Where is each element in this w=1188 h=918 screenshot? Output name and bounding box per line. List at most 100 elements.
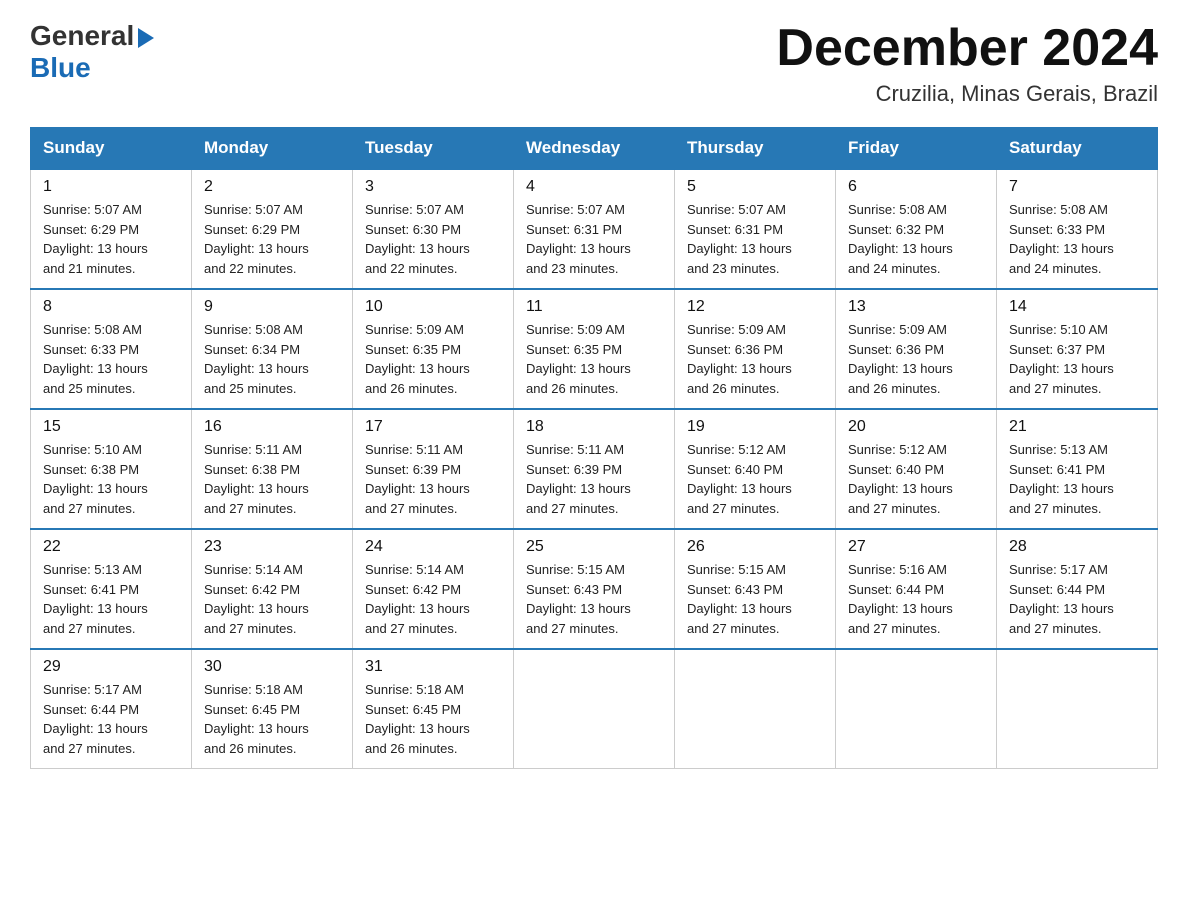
calendar-cell: 23 Sunrise: 5:14 AM Sunset: 6:42 PM Dayl… — [192, 529, 353, 649]
calendar-cell: 28 Sunrise: 5:17 AM Sunset: 6:44 PM Dayl… — [997, 529, 1158, 649]
calendar-cell: 18 Sunrise: 5:11 AM Sunset: 6:39 PM Dayl… — [514, 409, 675, 529]
day-info: Sunrise: 5:08 AM Sunset: 6:33 PM Dayligh… — [1009, 200, 1145, 278]
weekday-header-sunday: Sunday — [31, 128, 192, 170]
calendar-cell — [514, 649, 675, 769]
day-number: 22 — [43, 538, 179, 556]
calendar-cell: 14 Sunrise: 5:10 AM Sunset: 6:37 PM Dayl… — [997, 289, 1158, 409]
calendar-cell: 5 Sunrise: 5:07 AM Sunset: 6:31 PM Dayli… — [675, 169, 836, 289]
calendar-cell: 30 Sunrise: 5:18 AM Sunset: 6:45 PM Dayl… — [192, 649, 353, 769]
day-number: 3 — [365, 178, 501, 196]
weekday-header-thursday: Thursday — [675, 128, 836, 170]
day-info: Sunrise: 5:07 AM Sunset: 6:31 PM Dayligh… — [687, 200, 823, 278]
calendar-cell: 22 Sunrise: 5:13 AM Sunset: 6:41 PM Dayl… — [31, 529, 192, 649]
calendar-cell: 4 Sunrise: 5:07 AM Sunset: 6:31 PM Dayli… — [514, 169, 675, 289]
day-info: Sunrise: 5:08 AM Sunset: 6:33 PM Dayligh… — [43, 320, 179, 398]
day-info: Sunrise: 5:17 AM Sunset: 6:44 PM Dayligh… — [43, 680, 179, 758]
day-number: 10 — [365, 298, 501, 316]
day-info: Sunrise: 5:07 AM Sunset: 6:31 PM Dayligh… — [526, 200, 662, 278]
calendar-cell: 2 Sunrise: 5:07 AM Sunset: 6:29 PM Dayli… — [192, 169, 353, 289]
calendar-cell: 29 Sunrise: 5:17 AM Sunset: 6:44 PM Dayl… — [31, 649, 192, 769]
day-number: 15 — [43, 418, 179, 436]
page-header: General Blue December 2024 Cruzilia, Min… — [30, 20, 1158, 107]
calendar-cell: 12 Sunrise: 5:09 AM Sunset: 6:36 PM Dayl… — [675, 289, 836, 409]
weekday-header-tuesday: Tuesday — [353, 128, 514, 170]
day-info: Sunrise: 5:07 AM Sunset: 6:29 PM Dayligh… — [43, 200, 179, 278]
day-number: 1 — [43, 178, 179, 196]
day-info: Sunrise: 5:09 AM Sunset: 6:36 PM Dayligh… — [687, 320, 823, 398]
weekday-header-wednesday: Wednesday — [514, 128, 675, 170]
calendar-cell: 16 Sunrise: 5:11 AM Sunset: 6:38 PM Dayl… — [192, 409, 353, 529]
day-number: 23 — [204, 538, 340, 556]
day-info: Sunrise: 5:10 AM Sunset: 6:38 PM Dayligh… — [43, 440, 179, 518]
calendar-cell: 27 Sunrise: 5:16 AM Sunset: 6:44 PM Dayl… — [836, 529, 997, 649]
day-info: Sunrise: 5:12 AM Sunset: 6:40 PM Dayligh… — [848, 440, 984, 518]
calendar-cell: 31 Sunrise: 5:18 AM Sunset: 6:45 PM Dayl… — [353, 649, 514, 769]
month-title: December 2024 — [776, 20, 1158, 77]
week-row-1: 1 Sunrise: 5:07 AM Sunset: 6:29 PM Dayli… — [31, 169, 1158, 289]
day-info: Sunrise: 5:15 AM Sunset: 6:43 PM Dayligh… — [687, 560, 823, 638]
title-block: December 2024 Cruzilia, Minas Gerais, Br… — [776, 20, 1158, 107]
day-info: Sunrise: 5:17 AM Sunset: 6:44 PM Dayligh… — [1009, 560, 1145, 638]
calendar-cell: 19 Sunrise: 5:12 AM Sunset: 6:40 PM Dayl… — [675, 409, 836, 529]
calendar-cell: 1 Sunrise: 5:07 AM Sunset: 6:29 PM Dayli… — [31, 169, 192, 289]
week-row-2: 8 Sunrise: 5:08 AM Sunset: 6:33 PM Dayli… — [31, 289, 1158, 409]
day-number: 27 — [848, 538, 984, 556]
calendar-cell: 25 Sunrise: 5:15 AM Sunset: 6:43 PM Dayl… — [514, 529, 675, 649]
day-number: 19 — [687, 418, 823, 436]
logo-blue: Blue — [30, 52, 91, 83]
day-number: 25 — [526, 538, 662, 556]
day-number: 18 — [526, 418, 662, 436]
logo: General Blue — [30, 20, 154, 84]
weekday-header-monday: Monday — [192, 128, 353, 170]
day-info: Sunrise: 5:08 AM Sunset: 6:32 PM Dayligh… — [848, 200, 984, 278]
calendar-cell — [997, 649, 1158, 769]
day-number: 21 — [1009, 418, 1145, 436]
day-number: 24 — [365, 538, 501, 556]
day-info: Sunrise: 5:11 AM Sunset: 6:39 PM Dayligh… — [526, 440, 662, 518]
calendar-cell: 10 Sunrise: 5:09 AM Sunset: 6:35 PM Dayl… — [353, 289, 514, 409]
calendar-cell: 17 Sunrise: 5:11 AM Sunset: 6:39 PM Dayl… — [353, 409, 514, 529]
day-info: Sunrise: 5:09 AM Sunset: 6:35 PM Dayligh… — [365, 320, 501, 398]
day-info: Sunrise: 5:09 AM Sunset: 6:35 PM Dayligh… — [526, 320, 662, 398]
day-number: 28 — [1009, 538, 1145, 556]
calendar-cell: 11 Sunrise: 5:09 AM Sunset: 6:35 PM Dayl… — [514, 289, 675, 409]
day-info: Sunrise: 5:13 AM Sunset: 6:41 PM Dayligh… — [1009, 440, 1145, 518]
day-info: Sunrise: 5:14 AM Sunset: 6:42 PM Dayligh… — [365, 560, 501, 638]
logo-arrow-icon — [138, 28, 154, 48]
calendar-cell: 6 Sunrise: 5:08 AM Sunset: 6:32 PM Dayli… — [836, 169, 997, 289]
day-number: 14 — [1009, 298, 1145, 316]
day-info: Sunrise: 5:07 AM Sunset: 6:29 PM Dayligh… — [204, 200, 340, 278]
calendar-cell: 9 Sunrise: 5:08 AM Sunset: 6:34 PM Dayli… — [192, 289, 353, 409]
calendar-cell: 21 Sunrise: 5:13 AM Sunset: 6:41 PM Dayl… — [997, 409, 1158, 529]
calendar-cell: 20 Sunrise: 5:12 AM Sunset: 6:40 PM Dayl… — [836, 409, 997, 529]
day-info: Sunrise: 5:08 AM Sunset: 6:34 PM Dayligh… — [204, 320, 340, 398]
day-info: Sunrise: 5:07 AM Sunset: 6:30 PM Dayligh… — [365, 200, 501, 278]
calendar-cell: 3 Sunrise: 5:07 AM Sunset: 6:30 PM Dayli… — [353, 169, 514, 289]
calendar-cell: 13 Sunrise: 5:09 AM Sunset: 6:36 PM Dayl… — [836, 289, 997, 409]
day-number: 7 — [1009, 178, 1145, 196]
day-number: 26 — [687, 538, 823, 556]
day-number: 30 — [204, 658, 340, 676]
calendar-table: SundayMondayTuesdayWednesdayThursdayFrid… — [30, 127, 1158, 769]
weekday-header-friday: Friday — [836, 128, 997, 170]
day-number: 29 — [43, 658, 179, 676]
week-row-4: 22 Sunrise: 5:13 AM Sunset: 6:41 PM Dayl… — [31, 529, 1158, 649]
day-info: Sunrise: 5:11 AM Sunset: 6:38 PM Dayligh… — [204, 440, 340, 518]
day-info: Sunrise: 5:15 AM Sunset: 6:43 PM Dayligh… — [526, 560, 662, 638]
calendar-cell: 26 Sunrise: 5:15 AM Sunset: 6:43 PM Dayl… — [675, 529, 836, 649]
day-number: 20 — [848, 418, 984, 436]
day-number: 12 — [687, 298, 823, 316]
day-number: 31 — [365, 658, 501, 676]
logo-general: General — [30, 20, 134, 52]
calendar-cell: 8 Sunrise: 5:08 AM Sunset: 6:33 PM Dayli… — [31, 289, 192, 409]
weekday-header-saturday: Saturday — [997, 128, 1158, 170]
calendar-cell — [836, 649, 997, 769]
day-info: Sunrise: 5:11 AM Sunset: 6:39 PM Dayligh… — [365, 440, 501, 518]
day-number: 17 — [365, 418, 501, 436]
day-info: Sunrise: 5:13 AM Sunset: 6:41 PM Dayligh… — [43, 560, 179, 638]
calendar-cell: 24 Sunrise: 5:14 AM Sunset: 6:42 PM Dayl… — [353, 529, 514, 649]
calendar-cell: 7 Sunrise: 5:08 AM Sunset: 6:33 PM Dayli… — [997, 169, 1158, 289]
week-row-3: 15 Sunrise: 5:10 AM Sunset: 6:38 PM Dayl… — [31, 409, 1158, 529]
day-info: Sunrise: 5:12 AM Sunset: 6:40 PM Dayligh… — [687, 440, 823, 518]
day-number: 4 — [526, 178, 662, 196]
